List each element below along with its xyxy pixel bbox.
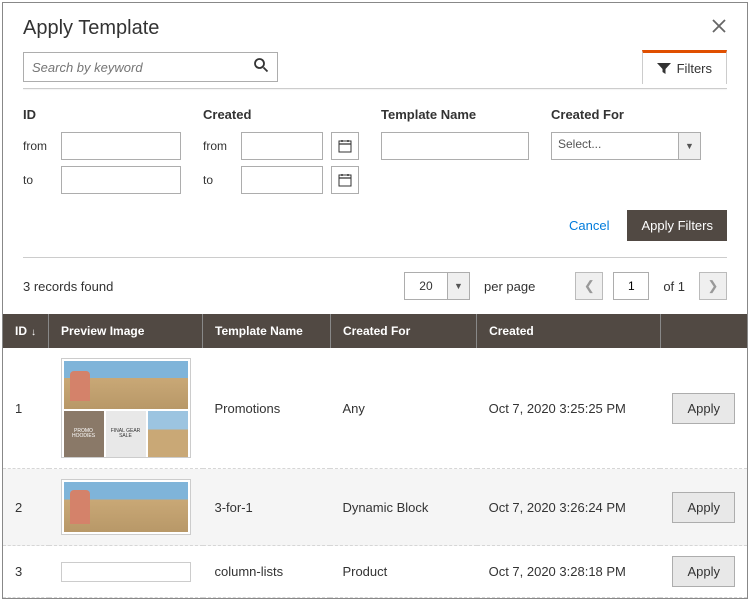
filter-name: Template Name [381, 107, 529, 194]
id-to-input[interactable] [61, 166, 181, 194]
cell-created-for: Product [330, 546, 476, 598]
apply-row-button[interactable]: Apply [672, 492, 735, 523]
filters-panel: ID from to Created from to Template Name… [3, 89, 747, 204]
col-id[interactable]: ID↓ [3, 314, 49, 348]
preview-thumbnail[interactable]: PROMO HOODIES FINAL GEAR SALE [61, 358, 191, 458]
search-input[interactable] [32, 60, 253, 75]
search-icon[interactable] [253, 57, 269, 78]
apply-row-button[interactable]: Apply [672, 556, 735, 587]
cell-created: Oct 7, 2020 3:26:24 PM [477, 469, 661, 546]
per-page-value: 20 [404, 272, 448, 300]
cell-created-for: Any [330, 348, 476, 469]
created-from-input[interactable] [241, 132, 323, 160]
col-created-for[interactable]: Created For [330, 314, 476, 348]
cell-created-for: Dynamic Block [330, 469, 476, 546]
per-page-select[interactable]: 20 ▼ [404, 272, 470, 300]
page-input[interactable] [613, 272, 649, 300]
filter-created: Created from to [203, 107, 359, 194]
cell-preview [49, 546, 203, 598]
to-label: to [23, 173, 53, 187]
cell-preview [49, 469, 203, 546]
cell-preview: PROMO HOODIES FINAL GEAR SALE [49, 348, 203, 469]
created-to-input[interactable] [241, 166, 323, 194]
col-created[interactable]: Created [477, 314, 661, 348]
table-head: ID↓ Preview Image Template Name Created … [3, 314, 747, 348]
col-preview[interactable]: Preview Image [49, 314, 203, 348]
modal-title: Apply Template [23, 17, 159, 40]
filter-id: ID from to [23, 107, 181, 194]
filter-id-label: ID [23, 107, 181, 122]
preview-thumbnail[interactable] [61, 479, 191, 535]
filter-actions: Cancel Apply Filters [3, 204, 747, 257]
filters-tab[interactable]: Filters [642, 50, 727, 84]
from-label: from [203, 139, 233, 153]
search-box[interactable] [23, 52, 278, 82]
select-value: Select... [551, 132, 679, 160]
calendar-icon[interactable] [331, 166, 359, 194]
prev-page-button[interactable]: ❮ [575, 272, 603, 300]
filter-created-for-label: Created For [551, 107, 701, 122]
cell-id: 3 [3, 546, 49, 598]
pager-bar: 3 records found 20 ▼ per page ❮ of 1 ❯ [3, 258, 747, 314]
filter-created-label: Created [203, 107, 359, 122]
filter-name-label: Template Name [381, 107, 529, 122]
toolbar: Filters [3, 50, 747, 88]
funnel-icon [657, 63, 671, 75]
per-page-label: per page [484, 279, 535, 294]
apply-row-button[interactable]: Apply [672, 393, 735, 424]
from-label: from [23, 139, 53, 153]
chevron-down-icon[interactable]: ▼ [679, 132, 701, 160]
cell-created: Oct 7, 2020 3:25:25 PM [477, 348, 661, 469]
table-row: 2 3-for-1 Dynamic Block Oct 7, 2020 3:26… [3, 469, 747, 546]
cell-created: Oct 7, 2020 3:28:18 PM [477, 546, 661, 598]
table-row: 3 column-lists Product Oct 7, 2020 3:28:… [3, 546, 747, 598]
next-page-button[interactable]: ❯ [699, 272, 727, 300]
modal-header: Apply Template [3, 3, 747, 50]
col-name[interactable]: Template Name [203, 314, 331, 348]
filter-created-for: Created For Select... ▼ [551, 107, 701, 194]
calendar-icon[interactable] [331, 132, 359, 160]
of-label: of 1 [663, 279, 685, 294]
filters-tab-label: Filters [677, 61, 712, 76]
preview-thumbnail[interactable] [61, 562, 191, 582]
cancel-link[interactable]: Cancel [569, 218, 609, 233]
cell-id: 2 [3, 469, 49, 546]
id-from-input[interactable] [61, 132, 181, 160]
template-name-input[interactable] [381, 132, 529, 160]
apply-filters-button[interactable]: Apply Filters [627, 210, 727, 241]
close-icon[interactable] [711, 18, 727, 39]
cell-name: column-lists [203, 546, 331, 598]
table-row: 1 PROMO HOODIES FINAL GEAR SALE Promotio… [3, 348, 747, 469]
chevron-down-icon[interactable]: ▼ [448, 272, 470, 300]
templates-table: ID↓ Preview Image Template Name Created … [3, 314, 747, 598]
records-found: 3 records found [23, 279, 113, 294]
apply-template-modal: Apply Template Filters ID from to Create… [2, 2, 748, 599]
cell-name: 3-for-1 [203, 469, 331, 546]
col-actions [660, 314, 747, 348]
cell-name: Promotions [203, 348, 331, 469]
cell-id: 1 [3, 348, 49, 469]
sort-down-icon: ↓ [31, 327, 36, 338]
to-label: to [203, 173, 233, 187]
created-for-select[interactable]: Select... ▼ [551, 132, 701, 160]
